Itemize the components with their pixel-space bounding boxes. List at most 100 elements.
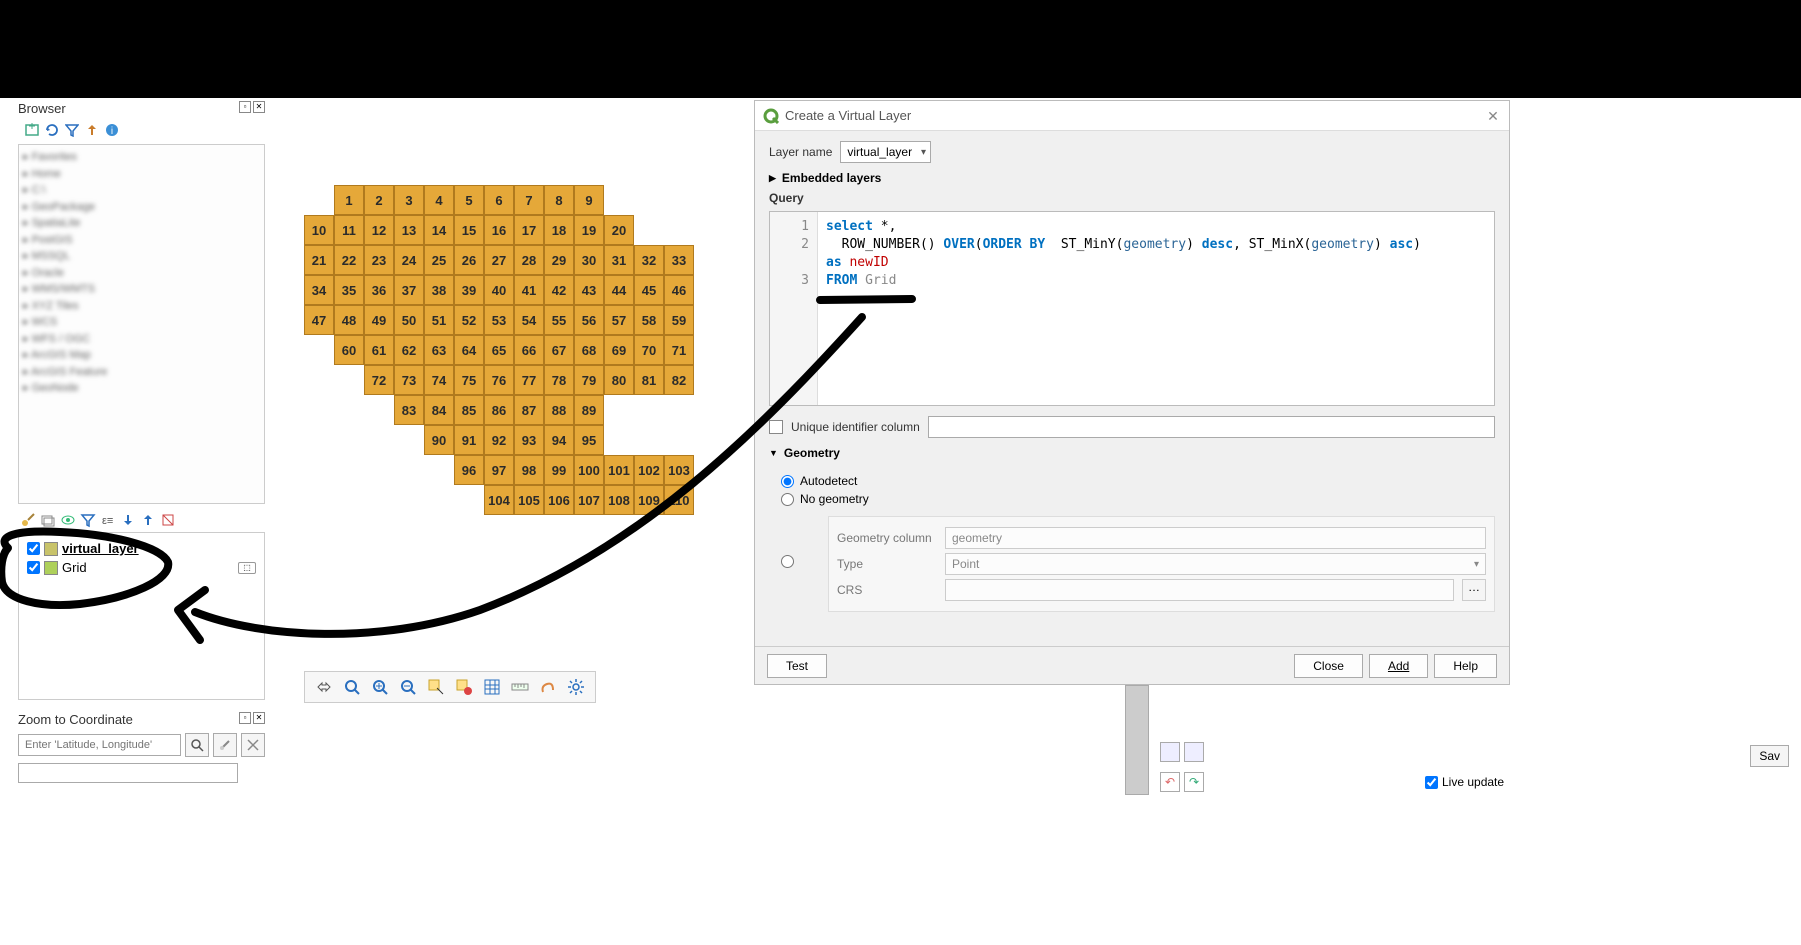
gear-icon[interactable] (565, 676, 587, 698)
svg-text:ε≡: ε≡ (102, 515, 113, 527)
grid-cell: 47 (304, 305, 334, 335)
close-button[interactable]: Close (1294, 654, 1363, 678)
grid-cell: 3 (394, 185, 424, 215)
grid-cell: 52 (454, 305, 484, 335)
list-view-icon[interactable] (1184, 742, 1204, 762)
collapse-icon[interactable] (84, 122, 100, 138)
refresh-icon[interactable] (44, 122, 60, 138)
remove-layer-icon[interactable] (160, 512, 176, 528)
query-editor[interactable]: 123 select *, ROW_NUMBER() OVER(ORDER BY… (769, 211, 1495, 406)
info-point-icon[interactable] (537, 676, 559, 698)
line-gutter: 123 (770, 212, 818, 405)
zoom-go-button[interactable] (185, 733, 209, 757)
grid-cell: 24 (394, 245, 424, 275)
query-label: Query (769, 191, 1495, 205)
grid-cell: 80 (604, 365, 634, 395)
grid-cell: 85 (454, 395, 484, 425)
zoom-full-icon[interactable] (341, 676, 363, 698)
grid-cell: 30 (574, 245, 604, 275)
panel-undock-icon[interactable]: ▫ (239, 101, 251, 113)
filter-icon[interactable] (64, 122, 80, 138)
manage-visibility-icon[interactable] (60, 512, 76, 528)
grid-cell: 98 (514, 455, 544, 485)
grid-cell: 26 (454, 245, 484, 275)
code-body[interactable]: select *, ROW_NUMBER() OVER(ORDER BY ST_… (818, 212, 1494, 405)
grid-cell: 40 (484, 275, 514, 305)
grid-cell: 9 (574, 185, 604, 215)
layer-checkbox[interactable] (27, 542, 40, 555)
pan-icon[interactable] (313, 676, 335, 698)
geom-type-select[interactable]: Point (945, 553, 1486, 575)
grid-cell: 45 (634, 275, 664, 305)
live-update-checkbox[interactable] (1425, 776, 1438, 789)
grid-cell: 37 (394, 275, 424, 305)
zoom-out-icon[interactable] (397, 676, 419, 698)
grid-cell: 14 (424, 215, 454, 245)
layer-checkbox[interactable] (27, 561, 40, 574)
layer-row-grid[interactable]: Grid ⬚ (21, 558, 262, 577)
layer-remove-icon[interactable]: ⬚ (238, 562, 256, 574)
collapse-all-icon[interactable] (140, 512, 156, 528)
expression-icon[interactable]: ε≡ (100, 512, 116, 528)
layer-name-select[interactable]: virtual_layer (840, 141, 931, 163)
add-layer-icon[interactable] (24, 122, 40, 138)
attribute-table-icon[interactable] (481, 676, 503, 698)
properties-icon[interactable]: i (104, 122, 120, 138)
test-button[interactable]: Test (767, 654, 827, 678)
no-geometry-radio[interactable] (781, 493, 794, 506)
grid-cell: 31 (604, 245, 634, 275)
grid-view-icon[interactable] (1160, 742, 1180, 762)
autodetect-radio[interactable] (781, 475, 794, 488)
zoom-settings-button[interactable] (213, 733, 237, 757)
grid-cell: 50 (394, 305, 424, 335)
close-icon[interactable]: ✕ (1485, 108, 1501, 124)
grid-cell: 49 (364, 305, 394, 335)
grid-cell: 77 (514, 365, 544, 395)
dialog-footer: Test Close Add Help (755, 646, 1509, 684)
zoom-clear-button[interactable] (241, 733, 265, 757)
live-update-control[interactable]: Live update (1425, 775, 1504, 789)
redo-icon[interactable]: ↷ (1184, 772, 1204, 792)
panel-close-icon[interactable]: ✕ (253, 712, 265, 724)
uid-checkbox[interactable] (769, 420, 783, 434)
grid-cell: 34 (304, 275, 334, 305)
geometry-header[interactable]: ▼ Geometry (769, 446, 1495, 460)
uid-input[interactable] (928, 416, 1495, 438)
geom-col-input[interactable] (945, 527, 1486, 549)
dialog-titlebar[interactable]: Create a Virtual Layer ✕ (755, 101, 1509, 131)
grid-cell: 28 (514, 245, 544, 275)
right-scrollbar[interactable] (1125, 685, 1149, 795)
grid-cell: 5 (454, 185, 484, 215)
manual-geometry-radio[interactable] (781, 555, 794, 568)
grid-cell: 109 (634, 485, 664, 515)
zoom-coordinate-input[interactable] (18, 734, 181, 756)
help-button[interactable]: Help (1434, 654, 1497, 678)
panel-close-icon[interactable]: ✕ (253, 101, 265, 113)
add-group-icon[interactable] (40, 512, 56, 528)
geom-crs-input[interactable] (945, 579, 1454, 601)
grid-cell: 89 (574, 395, 604, 425)
save-button-partial[interactable]: Sav (1750, 745, 1789, 767)
style-icon[interactable] (20, 512, 36, 528)
grid-cell: 38 (424, 275, 454, 305)
grid-cell: 62 (394, 335, 424, 365)
filter-legend-icon[interactable] (80, 512, 96, 528)
deselect-icon[interactable] (453, 676, 475, 698)
crs-browse-button[interactable]: … (1462, 579, 1486, 601)
embedded-layers-header[interactable]: ▶ Embedded layers (769, 171, 1495, 185)
add-button[interactable]: Add (1369, 654, 1428, 678)
grid-cell: 2 (364, 185, 394, 215)
expand-all-icon[interactable] (120, 512, 136, 528)
layer-row-virtual[interactable]: virtual_layer (21, 539, 262, 558)
layers-panel[interactable]: virtual_layer Grid ⬚ (18, 532, 265, 700)
zoom-extra-input[interactable] (18, 763, 238, 783)
grid-cell: 106 (544, 485, 574, 515)
browser-tree[interactable]: ▸ Favorites▸ Home▸ C:\▸ GeoPackage▸ Spat… (18, 144, 265, 504)
select-icon[interactable] (425, 676, 447, 698)
panel-undock-icon[interactable]: ▫ (239, 712, 251, 724)
undo-icon[interactable]: ↶ (1160, 772, 1180, 792)
map-canvas[interactable]: 1234567891011121314151617181920212223242… (272, 100, 752, 700)
zoom-in-icon[interactable] (369, 676, 391, 698)
dialog-title: Create a Virtual Layer (785, 108, 1479, 123)
measure-icon[interactable] (509, 676, 531, 698)
